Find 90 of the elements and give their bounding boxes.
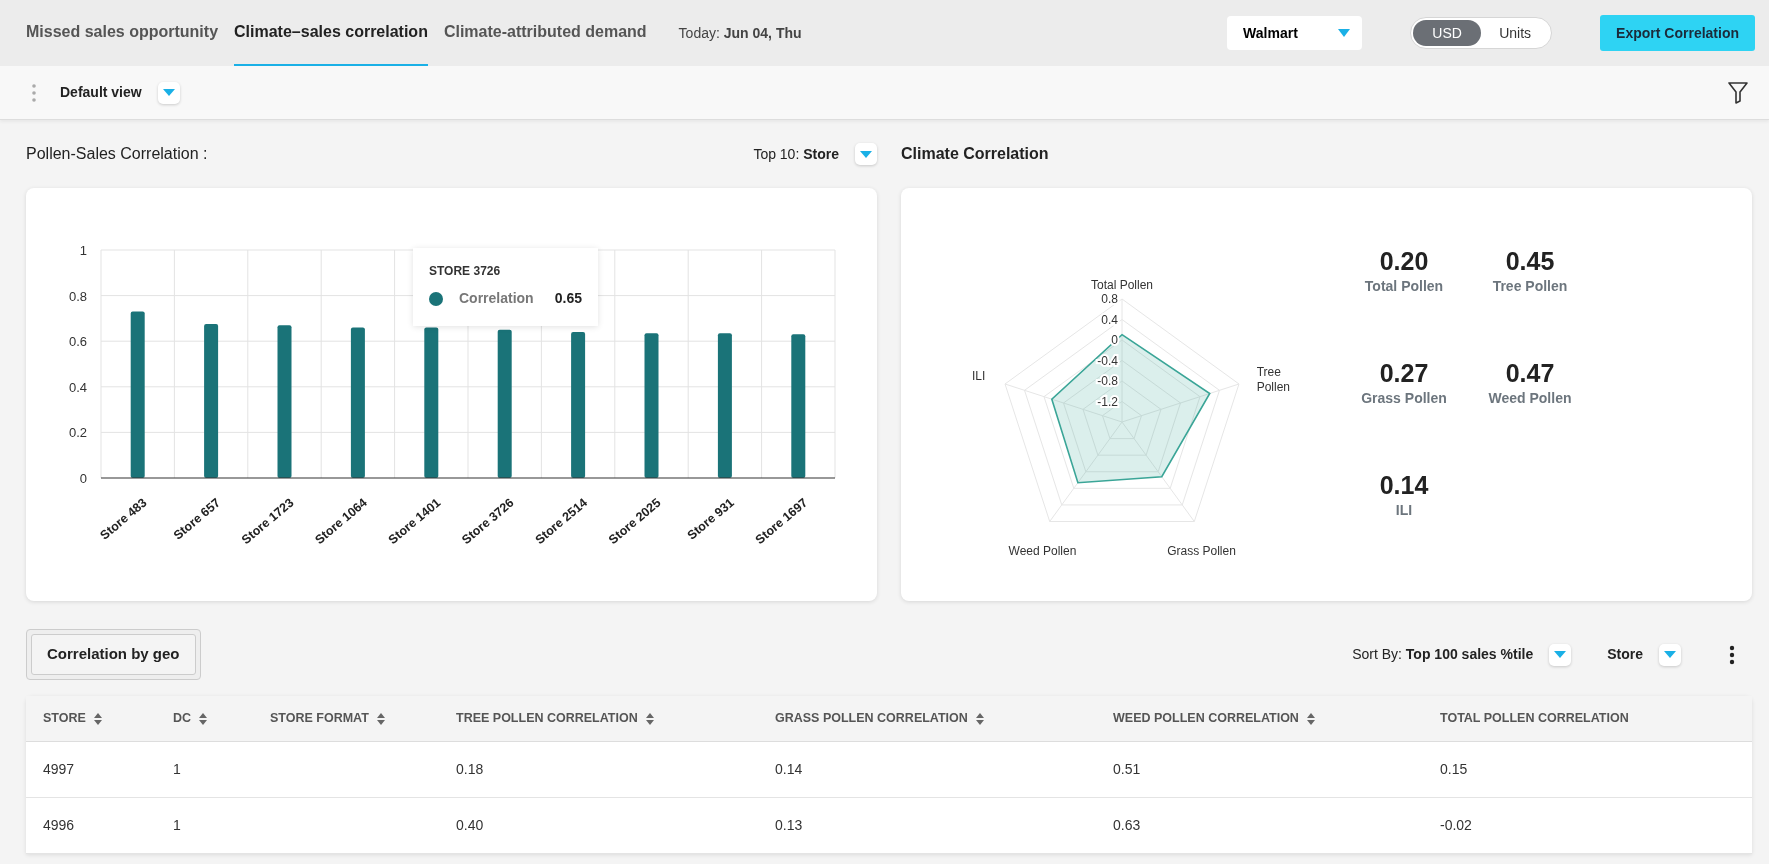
stat-label: Grass Pollen xyxy=(1360,388,1448,408)
bar[interactable] xyxy=(350,327,365,478)
axis-label: Tree Pollen xyxy=(1256,365,1291,395)
caret-icon xyxy=(1664,651,1676,658)
bar[interactable] xyxy=(204,324,219,478)
bar[interactable] xyxy=(644,333,659,478)
table-cell: 0.13 xyxy=(775,816,803,833)
sort-icon[interactable] xyxy=(93,712,102,725)
toggle-option[interactable]: USD xyxy=(1413,20,1482,46)
table-cell: 4996 xyxy=(43,816,75,833)
series-name: Correlation xyxy=(459,289,534,308)
column-header[interactable]: GRASS POLLEN CORRELATION xyxy=(775,710,968,725)
today-date: Today: Jun 04, Thu xyxy=(678,23,802,43)
bar[interactable] xyxy=(571,332,586,478)
table-cell: 0.40 xyxy=(456,816,484,833)
export-button[interactable]: Export Correlation xyxy=(1600,15,1755,51)
stat-value: 0.45 xyxy=(1504,248,1556,276)
bar[interactable] xyxy=(277,325,292,478)
column-header[interactable]: STORE FORMAT xyxy=(270,710,369,725)
bar[interactable] xyxy=(497,329,512,478)
axis-label: Grass Pollen xyxy=(1167,544,1236,559)
column-header[interactable]: WEED POLLEN CORRELATION xyxy=(1113,710,1299,725)
axis-tick-label: 1 xyxy=(79,243,87,258)
caret-icon xyxy=(1554,651,1567,658)
stat-value: 0.47 xyxy=(1504,360,1556,388)
axis-tick-label: 0.8 xyxy=(68,288,87,304)
view-name: Default view xyxy=(60,83,142,102)
table-cell: 0.18 xyxy=(456,760,484,777)
axis-label: Weed Pollen xyxy=(1008,544,1077,559)
table-cell: 0.15 xyxy=(1440,760,1468,777)
axis-tick-label: -0.4 xyxy=(1097,353,1118,368)
tooltip-value: 0.65 xyxy=(554,289,582,308)
axis-tick-label: 0 xyxy=(79,471,87,486)
bar[interactable] xyxy=(717,333,732,478)
axis-tick-label: -0.8 xyxy=(1097,374,1118,388)
stat-label: Total Pollen xyxy=(1363,276,1445,296)
column-header[interactable]: TOTAL POLLEN CORRELATION xyxy=(1440,710,1629,725)
tooltip-title: STORE 3726 xyxy=(429,263,502,280)
sort-icon[interactable] xyxy=(975,712,984,725)
group-by-value: Store xyxy=(1607,645,1643,664)
stat-label: ILI xyxy=(1394,500,1414,520)
axis-tick-label: 0.4 xyxy=(1101,312,1118,327)
caret-icon xyxy=(162,89,175,96)
table-cell: 0.63 xyxy=(1113,816,1141,833)
caret-icon xyxy=(1338,29,1351,37)
retailer-dropdown[interactable]: Walmart xyxy=(1227,16,1363,50)
filter-icon[interactable] xyxy=(1727,80,1749,105)
more-options-icon[interactable] xyxy=(1729,644,1735,665)
correlation-by-geo-button[interactable]: Correlation by geo xyxy=(31,634,196,675)
bar[interactable] xyxy=(130,311,145,478)
dropdown-button[interactable] xyxy=(1549,643,1572,666)
table-cell: 1 xyxy=(173,816,181,833)
sort-by-label: Sort By: Top 100 sales %tile xyxy=(1352,645,1534,664)
sort-icon[interactable] xyxy=(645,712,654,725)
chart-title: Pollen-Sales Correlation : xyxy=(26,144,208,164)
table-cell: 4997 xyxy=(43,760,75,777)
sort-icon[interactable] xyxy=(376,712,385,725)
chart-title: Climate Correlation xyxy=(901,144,1049,164)
bar[interactable] xyxy=(791,334,806,478)
axis-label: Total Pollen xyxy=(1091,278,1153,292)
table-cell: 0.14 xyxy=(775,760,803,777)
sort-icon[interactable] xyxy=(1306,712,1315,725)
bar[interactable] xyxy=(424,327,439,478)
axis-tick-label: 0.2 xyxy=(68,425,87,441)
stat-value: 0.27 xyxy=(1378,360,1430,388)
axis-tick-label: 0.8 xyxy=(1101,292,1118,306)
tab[interactable]: Missed sales opportunity xyxy=(26,0,219,66)
column-header[interactable]: STORE xyxy=(43,710,86,725)
dropdown-button[interactable] xyxy=(855,143,877,165)
axis-tick-label: 0.6 xyxy=(68,334,87,350)
drag-handle-icon[interactable] xyxy=(32,83,36,102)
top-filter-label: Top 10: Store xyxy=(753,144,839,164)
column-header[interactable]: DC xyxy=(173,710,192,725)
table-cell: 0.51 xyxy=(1113,760,1141,777)
sort-icon[interactable] xyxy=(199,712,208,725)
stat-value: 0.14 xyxy=(1378,472,1430,500)
stat-value: 0.20 xyxy=(1378,248,1430,276)
toggle-option[interactable]: Units xyxy=(1481,20,1550,46)
table-cell: -0.02 xyxy=(1440,816,1472,833)
dropdown-button[interactable] xyxy=(1659,643,1681,666)
table-cell: 1 xyxy=(173,760,181,777)
column-header[interactable]: TREE POLLEN CORRELATION xyxy=(456,710,638,725)
dropdown-button[interactable] xyxy=(157,81,180,104)
caret-icon xyxy=(860,150,872,158)
stat-label: Weed Pollen xyxy=(1487,388,1573,408)
axis-label: ILI xyxy=(972,369,986,384)
stat-label: Tree Pollen xyxy=(1491,276,1569,296)
axis-tick-label: -1.2 xyxy=(1097,394,1118,409)
tab[interactable]: Climate-attributed demand xyxy=(443,0,647,66)
axis-tick-label: 0.4 xyxy=(68,379,87,395)
